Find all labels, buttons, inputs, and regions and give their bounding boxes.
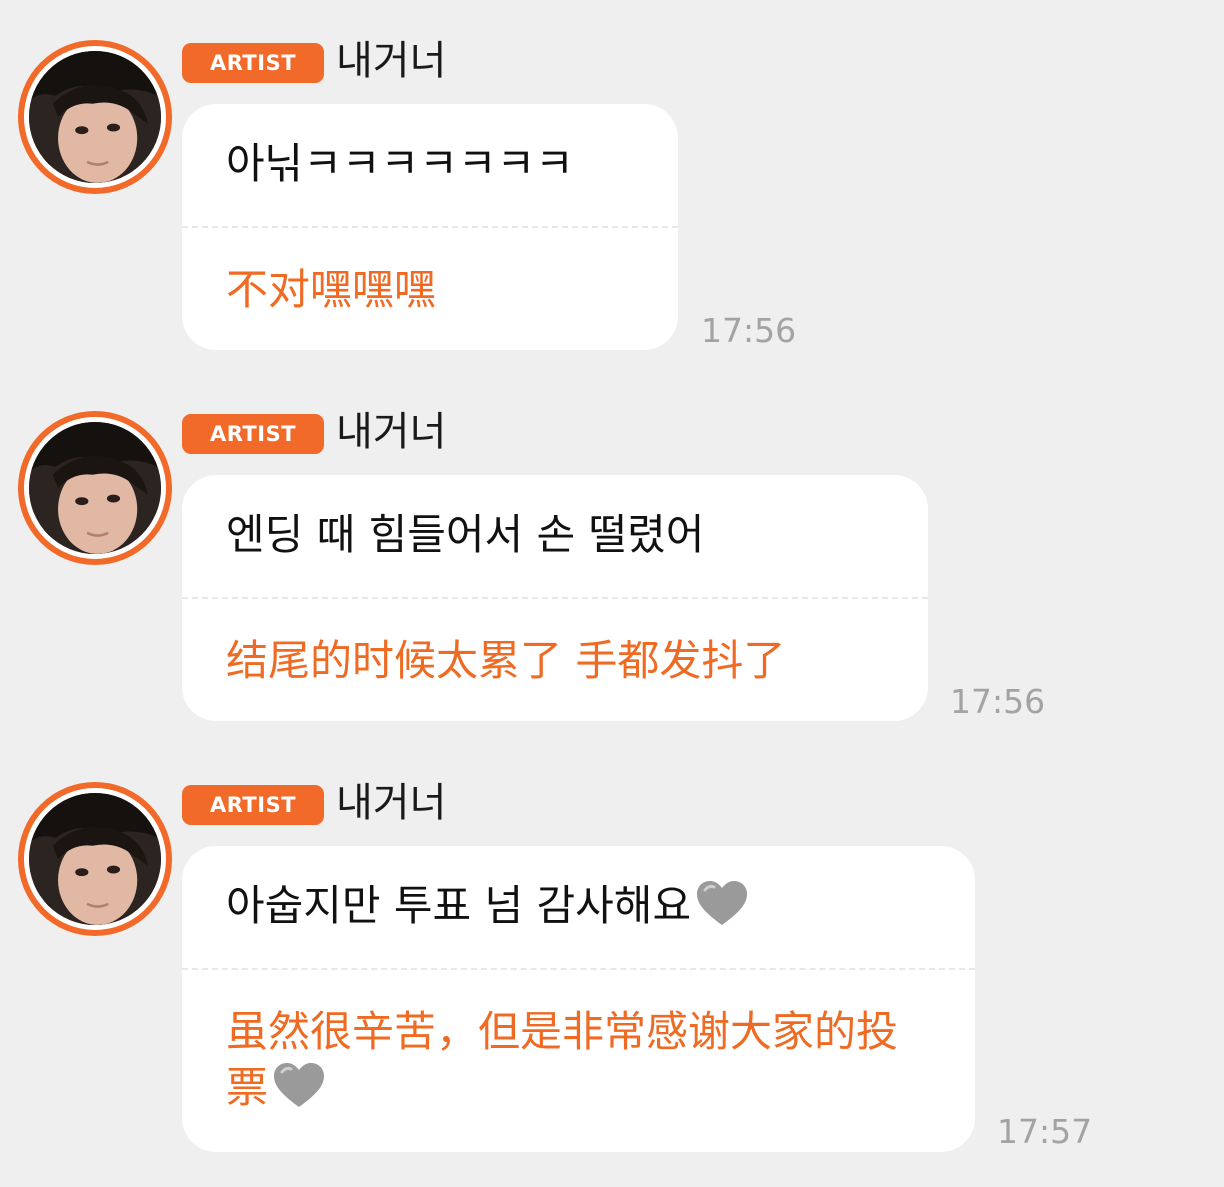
avatar-image: [29, 793, 161, 925]
translation-divider: [182, 226, 678, 228]
avatar[interactable]: [18, 782, 172, 936]
grey-heart-icon: [693, 878, 751, 928]
message-bubble[interactable]: 아숩지만 투표 넘 감사해요 虽然很辛苦，但是非常感谢大家的投票: [182, 846, 975, 1152]
translation-text: 结尾的时候太累了 手都发抖了: [226, 636, 786, 685]
timestamp: 17:56: [701, 311, 797, 350]
sender-name[interactable]: 내거너: [336, 36, 446, 86]
avatar[interactable]: [18, 411, 172, 565]
timestamp: 17:56: [950, 682, 1046, 721]
artist-badge: ARTIST: [182, 785, 324, 825]
message-text: 아숩지만 투표 넘 감사해요: [226, 881, 692, 930]
message-text: 아닊ㅋㅋㅋㅋㅋㅋㅋ: [226, 139, 574, 188]
avatar[interactable]: [18, 40, 172, 194]
translation-divider: [182, 968, 975, 970]
sender-name[interactable]: 내거너: [336, 407, 446, 457]
artist-badge: ARTIST: [182, 414, 324, 454]
artist-badge: ARTIST: [182, 43, 324, 83]
message-text: 엔딩 때 힘들어서 손 떨렸어: [226, 510, 705, 559]
message-bubble[interactable]: 아닊ㅋㅋㅋㅋㅋㅋㅋ 不对嘿嘿嘿: [182, 104, 678, 350]
chat-message: ARTIST 내거너 엔딩 때 힘들어서 손 떨렸어 结尾的时候太累了 手都发抖…: [0, 371, 1224, 731]
translation-text-row: 虽然很辛苦，但是非常感谢大家的投票: [226, 1004, 926, 1116]
translation-divider: [182, 597, 928, 599]
avatar-image: [29, 422, 161, 554]
chat-message: ARTIST 내거너 아닊ㅋㅋㅋㅋㅋㅋㅋ 不对嘿嘿嘿 17:56: [0, 0, 1224, 360]
message-text-row: 아숩지만 투표 넘 감사해요: [226, 878, 751, 934]
grey-heart-icon: [270, 1060, 328, 1110]
timestamp: 17:57: [997, 1112, 1093, 1151]
chat-message: ARTIST 내거너 아숩지만 투표 넘 감사해요 虽然很辛苦，但是非常感谢大家…: [0, 742, 1224, 1182]
translation-text: 不对嘿嘿嘿: [226, 265, 437, 314]
message-bubble[interactable]: 엔딩 때 힘들어서 손 떨렸어 结尾的时候太累了 手都发抖了: [182, 475, 928, 721]
sender-name[interactable]: 내거너: [336, 778, 446, 828]
avatar-image: [29, 51, 161, 183]
